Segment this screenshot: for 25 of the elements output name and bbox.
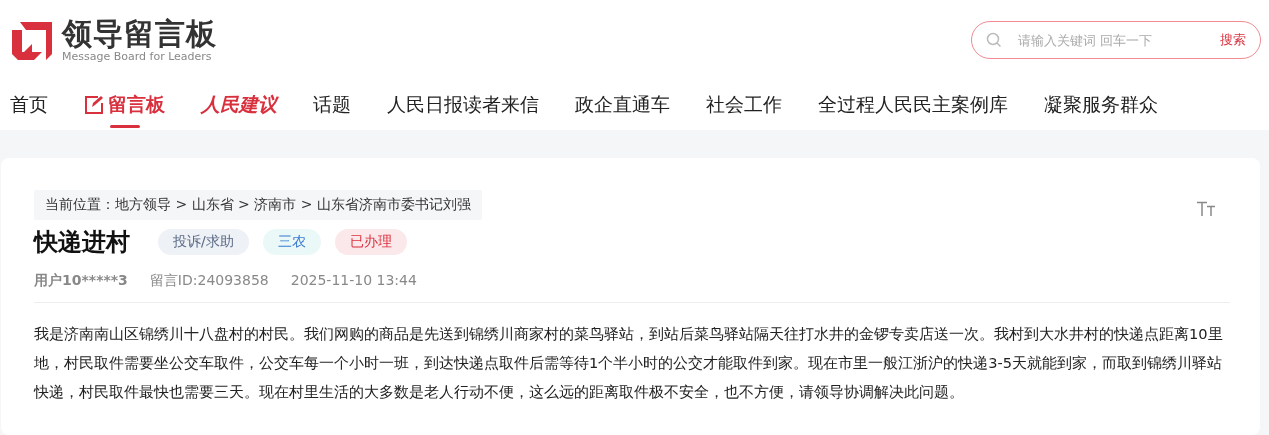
logo-icon — [10, 20, 54, 60]
nav-tab[interactable]: 社会工作 — [706, 80, 782, 130]
nav-tab[interactable]: 人民日报读者来信 — [387, 80, 539, 130]
nav-tab[interactable]: 全过程人民民主案例库 — [818, 80, 1008, 130]
timestamp: 2025-11-10 13:44 — [290, 272, 417, 290]
search-button[interactable]: 搜索 — [1220, 31, 1246, 49]
username: 用户10*****3 — [34, 272, 128, 290]
message-body: 我是济南南山区锦绣川十八盘村的村民。我们网购的商品是先送到锦绣川商家村的菜鸟驿站，到站后菜鸟驿站隔天往打水井的金锣专卖店送一次。我村到大水井村的快递点距离10里地，村民取件需要坐公交车取件，公交车每一个小时一班，到达快递点取件后需等待1个半小时的公交才能取件到家。现在市里一般江浙沪的快递3-5天就能到家，而取到锦绣川驿站快递，村民取件最快也需要三天。现在村里生活的大多数是老人行动不便，这么远的距离取件极不安全，也不方便，请领导协调解决此问题。 — [34, 324, 1224, 402]
tag: 投诉/求助 — [158, 229, 249, 255]
nav-tab[interactable]: 凝聚服务群众 — [1044, 80, 1158, 130]
message-title: 快递进村 — [34, 227, 130, 258]
breadcrumb: 当前位置：地方领导 > 山东省 > 济南市 > 山东省济南市委书记刘强 — [34, 190, 482, 220]
nav-tab[interactable]: 政企直通车 — [575, 80, 670, 130]
font-size-icon[interactable] — [1196, 201, 1216, 217]
edit-icon — [84, 95, 104, 115]
site-subtitle: Message Board for Leaders — [62, 49, 213, 63]
nav-tab[interactable]: 人民建议 — [201, 80, 277, 130]
site-title: 领导留言板 — [62, 17, 217, 50]
search-icon — [986, 32, 1002, 48]
nav-tab[interactable]: 话题 — [313, 80, 351, 130]
nav-tab[interactable]: 留言板 — [84, 80, 165, 130]
tag: 已办理 — [334, 229, 407, 255]
tag: 三农 — [262, 229, 321, 255]
nav-tab[interactable]: 首页 — [10, 80, 48, 130]
message-id: 留言ID:24093858 — [149, 272, 269, 290]
